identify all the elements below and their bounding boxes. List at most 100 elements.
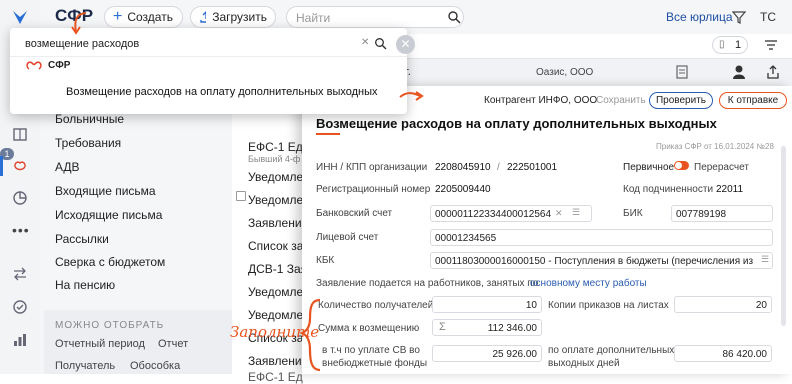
transfer-icon[interactable] xyxy=(12,266,28,282)
check-circle-icon[interactable] xyxy=(12,299,28,315)
close-popup-button[interactable]: ✕ xyxy=(396,35,415,54)
scrollbar[interactable] xyxy=(781,146,786,326)
list-icon[interactable]: ☰ xyxy=(761,254,769,265)
primary-label: Первичное xyxy=(623,162,675,173)
order-reference: Приказ СФР от 16.01.2024 №28 xyxy=(656,142,774,151)
regnum-value[interactable]: 2205009440 xyxy=(435,184,491,195)
nav-item-incoming[interactable]: Входящие письма xyxy=(55,184,156,198)
recipients-value: 10 xyxy=(525,300,537,311)
clear-icon[interactable]: ✕ xyxy=(555,208,563,219)
nav-item-adv[interactable]: АДВ xyxy=(55,160,80,174)
sv-value: 25 926.00 xyxy=(492,349,538,360)
send-button[interactable]: К отправке xyxy=(719,92,787,109)
list-item[interactable]: Уведомле xyxy=(248,170,308,184)
create-label: Создать xyxy=(127,10,173,24)
bank-account-field[interactable]: 000001122334400012564 ✕ ☰ xyxy=(430,205,592,222)
user-icon[interactable] xyxy=(732,64,746,80)
sum-field[interactable]: Σ 112 346.00 xyxy=(432,319,542,336)
inn-value[interactable]: 2208045910 xyxy=(435,162,491,173)
kbk-field[interactable]: 00011803000016000150 - Поступления в бюд… xyxy=(430,252,773,269)
extra-field[interactable]: 86 420.00 xyxy=(674,345,772,362)
filter-period[interactable]: Отчетный период xyxy=(55,338,145,350)
copies-value: 20 xyxy=(755,300,767,311)
search-icon[interactable] xyxy=(447,10,461,24)
extra-label-line2: выходных дней xyxy=(548,358,620,369)
sv-label-line2: внебюджетные фонды xyxy=(322,358,428,369)
check-button[interactable]: Проверить xyxy=(649,92,713,109)
upload-button[interactable]: Загрузить xyxy=(190,6,276,28)
plus-icon: + xyxy=(113,8,123,25)
list-item[interactable]: Уведомле xyxy=(248,193,308,207)
statement-link[interactable]: основному месту работы xyxy=(530,278,647,289)
nav-item-outgoing[interactable]: Исходящие письма xyxy=(55,208,162,222)
row-org: Оазис, ООО xyxy=(536,67,594,78)
inn-label: ИНН / КПП организации xyxy=(316,162,428,173)
org-select[interactable]: Все юрлица xyxy=(666,10,733,24)
list-item[interactable]: ЕФС-1 Ед xyxy=(248,140,308,154)
create-button[interactable]: + Создать xyxy=(104,6,183,28)
filter-icon[interactable] xyxy=(732,10,746,24)
filter-title: МОЖНО ОТОБРАТЬ xyxy=(55,320,165,331)
nav-item-pension[interactable]: На пенсию xyxy=(55,278,115,292)
sfr-icon[interactable] xyxy=(12,157,28,173)
copies-label: Копии приказов на листах xyxy=(548,300,669,311)
share-icon[interactable] xyxy=(766,65,780,79)
nav-item-sick-leave[interactable]: Больничные xyxy=(55,112,124,126)
document-icon[interactable] xyxy=(676,65,688,79)
kpp-value[interactable]: 222501001 xyxy=(507,162,557,173)
search-placeholder: Найти xyxy=(296,11,331,25)
arrow-right-annotation-icon xyxy=(399,91,424,101)
form-panel: Контрагент ИНФО, ООО Сохранить Проверить… xyxy=(302,86,792,374)
popup-query: возмещение расходов xyxy=(25,38,140,50)
documents-counter[interactable]: ▯ 1 xyxy=(712,36,748,54)
filter-branch[interactable]: Обособка xyxy=(130,360,180,372)
document-icon: ▯ xyxy=(719,39,725,50)
sort-icon[interactable] xyxy=(764,38,778,52)
more-icon[interactable]: ••• xyxy=(12,222,30,238)
bik-field[interactable]: 007789198 xyxy=(671,205,773,222)
clear-icon[interactable]: ✕ xyxy=(361,37,369,48)
recalc-label: Перерасчет xyxy=(694,162,749,173)
search-icon[interactable] xyxy=(374,37,387,50)
personal-account-value: 00001234565 xyxy=(435,233,497,244)
sv-label-line1: в т.ч по уплате СВ во xyxy=(322,345,420,356)
building-icon[interactable] xyxy=(12,126,28,142)
bik-value: 007789198 xyxy=(676,209,727,220)
suggestion-result[interactable]: Возмещение расходов на оплату дополнител… xyxy=(66,86,378,98)
filter-recipient[interactable]: Получатель xyxy=(55,360,115,372)
regnum-label: Регистрационный номер xyxy=(316,184,431,195)
list-icon[interactable]: ☰ xyxy=(572,207,580,218)
pie-chart-icon[interactable] xyxy=(12,190,28,206)
subord-label: Код подчиненности xyxy=(623,184,714,195)
list-item[interactable]: ДСВ-1 Зая xyxy=(248,262,308,276)
list-item[interactable]: Список за xyxy=(248,239,308,253)
form-title: Возмещение расходов на оплату дополнител… xyxy=(316,116,717,131)
upload-label: Загрузить xyxy=(212,10,267,24)
app-logo-icon[interactable] xyxy=(11,8,29,26)
sv-field[interactable]: 25 926.00 xyxy=(432,345,542,362)
extra-label-line1: по оплате дополнительных xyxy=(548,345,675,356)
recipients-field[interactable]: 10 xyxy=(432,296,542,313)
save-button[interactable]: Сохранить xyxy=(596,95,646,106)
list-item[interactable]: Заявлени xyxy=(248,216,308,230)
counter-value: 1 xyxy=(735,39,742,51)
counterparty: Контрагент ИНФО, ООО xyxy=(484,95,598,106)
list-item-subtitle: Бывший 4-ф xyxy=(248,154,301,164)
row-checkbox[interactable] xyxy=(236,191,246,201)
nav-item-requirements[interactable]: Требования xyxy=(55,136,121,150)
arrow-annotation-icon xyxy=(71,12,87,35)
bar-chart-icon[interactable] xyxy=(12,332,28,348)
subord-value[interactable]: 22011 xyxy=(716,184,743,195)
nav-item-mailings[interactable]: Рассылки xyxy=(55,232,109,246)
copies-field[interactable]: 20 xyxy=(674,296,772,313)
search-input[interactable]: Найти xyxy=(286,6,464,28)
bank-value: 000001122334400012564 xyxy=(435,209,551,220)
user-avatar[interactable]: ТС xyxy=(760,10,776,24)
nav-item-budget-reconciliation[interactable]: Сверка с бюджетом xyxy=(55,255,165,269)
filter-report[interactable]: Отчет xyxy=(158,338,188,350)
kbk-value: 00011803000016000150 - Поступления в бюд… xyxy=(435,256,755,267)
search-suggestions-popup: возмещение расходов ✕ СФР Возмещение рас… xyxy=(10,28,407,114)
personal-account-field[interactable]: 00001234565 xyxy=(430,229,773,246)
primary-toggle[interactable] xyxy=(674,161,689,170)
sfr-logo-icon xyxy=(26,61,42,70)
